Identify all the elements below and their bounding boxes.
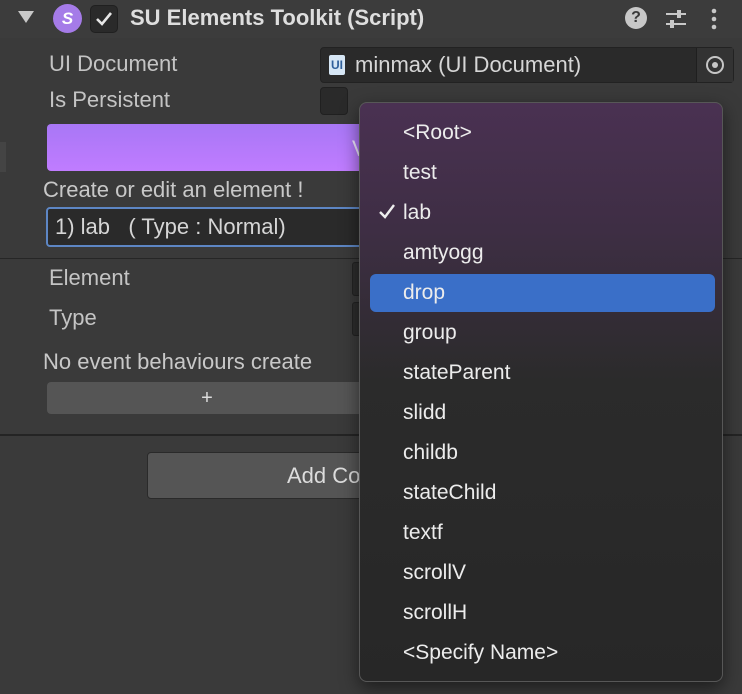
presets-icon[interactable] bbox=[664, 7, 688, 36]
menu-item[interactable]: scrollV bbox=[370, 554, 715, 592]
menu-item-label: test bbox=[403, 161, 437, 184]
help-icon[interactable]: ? bbox=[625, 7, 647, 29]
menu-item-label: <Root> bbox=[403, 121, 472, 144]
uxml-document-icon: UI bbox=[329, 55, 345, 75]
create-edit-label: Create or edit an element ! bbox=[43, 177, 304, 202]
menu-item-label: scrollV bbox=[403, 561, 467, 584]
menu-item-label: stateParent bbox=[403, 361, 511, 384]
menu-item-label: scrollH bbox=[403, 601, 468, 624]
add-behaviour-button[interactable]: + bbox=[47, 382, 367, 414]
menu-item[interactable]: <Root> bbox=[370, 114, 715, 152]
add-component-label: Add Co bbox=[287, 463, 361, 488]
checkmark-icon bbox=[96, 12, 113, 26]
component-enabled-checkbox[interactable] bbox=[90, 5, 118, 33]
is-persistent-label: Is Persistent bbox=[49, 87, 171, 112]
menu-item[interactable]: slidd bbox=[370, 394, 715, 432]
menu-item-label: stateChild bbox=[403, 481, 497, 504]
panel-edge bbox=[0, 142, 6, 172]
element-select-popup[interactable]: 1) lab ( Type : Normal) bbox=[46, 207, 410, 247]
menu-item[interactable]: lab bbox=[370, 194, 715, 232]
object-picker-button[interactable] bbox=[696, 48, 733, 82]
menu-item-label: group bbox=[403, 321, 457, 344]
script-icon: S bbox=[53, 4, 82, 33]
menu-item-label: drop bbox=[403, 281, 446, 304]
element-label: Element bbox=[49, 265, 130, 290]
element-select-value: 1) lab ( Type : Normal) bbox=[55, 214, 286, 239]
menu-item[interactable]: drop bbox=[370, 274, 715, 312]
menu-item-label: lab bbox=[403, 201, 432, 224]
menu-item[interactable]: stateParent bbox=[370, 354, 715, 392]
menu-item[interactable]: <Specify Name> bbox=[370, 634, 715, 672]
element-dropdown-menu: <Root> test lab amtyogg drop group stateParent… bbox=[359, 102, 723, 682]
menu-item[interactable]: scrollH bbox=[370, 594, 715, 632]
foldout-arrow-icon[interactable] bbox=[18, 11, 34, 23]
menu-item-label: <Specify Name> bbox=[403, 641, 559, 664]
menu-item-label: textf bbox=[403, 521, 443, 544]
type-label: Type bbox=[49, 305, 97, 330]
menu-item[interactable]: childb bbox=[370, 434, 715, 472]
checkmark-icon bbox=[379, 204, 395, 219]
ui-document-label: UI Document bbox=[49, 51, 178, 76]
kebab-menu-icon[interactable] bbox=[707, 7, 721, 36]
menu-item[interactable]: textf bbox=[370, 514, 715, 552]
ui-document-value: minmax (UI Document) bbox=[355, 52, 582, 77]
menu-item[interactable]: group bbox=[370, 314, 715, 352]
menu-item[interactable]: stateChild bbox=[370, 474, 715, 512]
menu-item-label: childb bbox=[403, 441, 458, 464]
is-persistent-checkbox[interactable] bbox=[320, 87, 348, 115]
no-events-text: No event behaviours create bbox=[43, 349, 313, 374]
ui-document-field[interactable]: UI minmax (UI Document) bbox=[320, 47, 734, 83]
menu-item-label: slidd bbox=[403, 401, 447, 424]
component-title: SU Elements Toolkit (Script) bbox=[130, 5, 425, 30]
menu-item-label: amtyogg bbox=[403, 241, 484, 264]
menu-item[interactable]: test bbox=[370, 154, 715, 192]
target-icon bbox=[706, 56, 724, 74]
menu-item[interactable]: amtyogg bbox=[370, 234, 715, 272]
